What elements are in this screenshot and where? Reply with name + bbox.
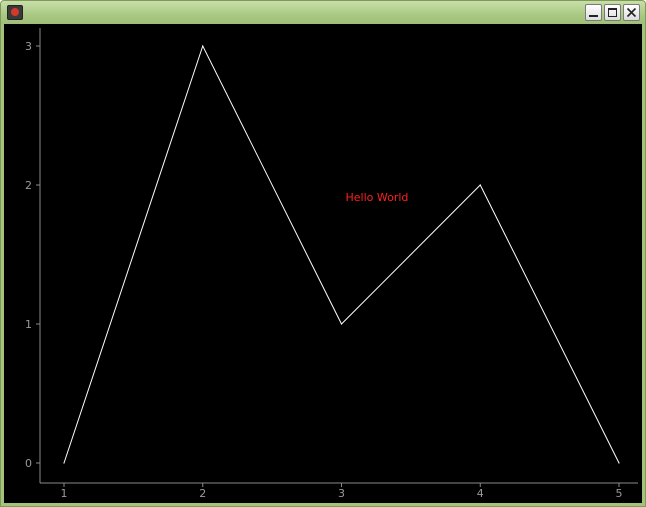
y-tick-label: 0 bbox=[25, 457, 32, 470]
data-point bbox=[340, 323, 343, 325]
annotation-text: Hello World bbox=[346, 191, 409, 204]
x-tick-label: 5 bbox=[616, 487, 623, 500]
x-tick-label: 2 bbox=[199, 487, 206, 500]
app-icon[interactable] bbox=[7, 5, 23, 20]
line-chart: 0 1 2 3 1 2 3 4 5 Hello World bbox=[25, 28, 638, 500]
x-tick-label: 3 bbox=[338, 487, 345, 500]
title-bar[interactable] bbox=[1, 1, 645, 24]
axes: 0 1 2 3 1 2 3 4 5 bbox=[25, 28, 638, 500]
data-point bbox=[63, 462, 65, 464]
y-tick-label: 1 bbox=[25, 318, 32, 331]
close-button[interactable] bbox=[623, 4, 640, 21]
data-point bbox=[479, 184, 481, 186]
data-point bbox=[618, 462, 620, 464]
maximize-icon bbox=[608, 8, 617, 17]
plot-area: 0 1 2 3 1 2 3 4 5 Hello World bbox=[4, 24, 642, 503]
minimize-button[interactable] bbox=[585, 4, 602, 21]
close-icon bbox=[626, 7, 637, 18]
data-point bbox=[202, 45, 204, 47]
y-tick-label: 3 bbox=[25, 40, 32, 53]
y-tick-label: 2 bbox=[25, 179, 32, 192]
app-window: 0 1 2 3 1 2 3 4 5 Hello World bbox=[0, 0, 646, 507]
minimize-icon bbox=[589, 15, 598, 17]
x-tick-label: 4 bbox=[477, 487, 484, 500]
series-line bbox=[63, 44, 620, 464]
series-group bbox=[63, 44, 620, 464]
maximize-button[interactable] bbox=[604, 4, 621, 21]
x-tick-label: 1 bbox=[61, 487, 68, 500]
labels-group: Hello World bbox=[346, 191, 409, 204]
